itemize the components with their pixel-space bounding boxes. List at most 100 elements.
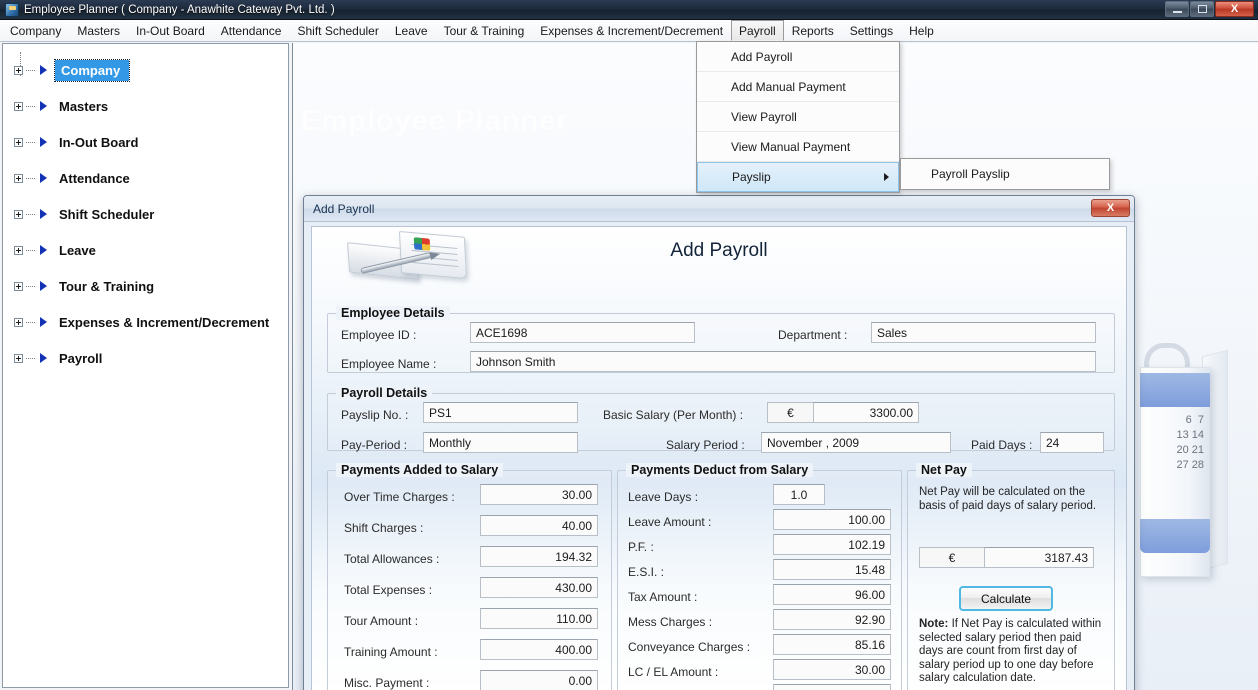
misc-payment-label: Misc. Payment : xyxy=(344,676,430,690)
add-payroll-dialog: Add Payroll X Add Payroll Employee Detai… xyxy=(303,195,1135,690)
pay-period-label: Pay-Period : xyxy=(341,438,408,452)
sidebar-item-attendance[interactable]: Attendance xyxy=(3,160,288,196)
menu-shift-scheduler[interactable]: Shift Scheduler xyxy=(289,20,386,41)
leave-days-label: Leave Days : xyxy=(628,490,699,504)
total-expenses-field[interactable]: 430.00 xyxy=(480,577,598,598)
tour-amount-field[interactable]: 110.00 xyxy=(480,608,598,629)
sidebar-item-label: Tour & Training xyxy=(59,278,155,294)
menu-payroll[interactable]: Payroll xyxy=(731,20,784,41)
bullet-arrow-icon xyxy=(40,281,47,291)
menu-leave[interactable]: Leave xyxy=(387,20,436,41)
sidebar-item-label: Expenses & Increment/Decrement xyxy=(59,314,270,330)
menu-tour-training[interactable]: Tour & Training xyxy=(436,20,533,41)
sidebar-item-leave[interactable]: Leave xyxy=(3,232,288,268)
app-icon xyxy=(5,2,19,17)
expand-plus-icon[interactable] xyxy=(14,137,23,147)
expand-plus-icon[interactable] xyxy=(14,317,23,327)
employee-id-field[interactable]: ACE1698 xyxy=(470,322,695,343)
paid-days-field[interactable]: 24 xyxy=(1040,432,1104,453)
leave-days-field[interactable]: 1.0 xyxy=(773,484,825,505)
sidebar-item-expenses-increment-decrement[interactable]: Expenses & Increment/Decrement xyxy=(3,304,288,340)
restore-button[interactable] xyxy=(1190,1,1214,17)
menu-item-payroll-payslip[interactable]: Payroll Payslip xyxy=(901,159,1109,189)
close-button[interactable]: X xyxy=(1215,1,1254,17)
bullet-arrow-icon xyxy=(40,137,47,147)
bullet-arrow-icon xyxy=(40,65,47,75)
menu-item-add-manual-payment[interactable]: Add Manual Payment xyxy=(697,72,899,102)
net-pay-legend: Net Pay xyxy=(916,463,972,477)
conveyance-charges-field[interactable]: 85.16 xyxy=(773,634,891,655)
payslip-no-field[interactable]: PS1 xyxy=(423,402,578,423)
dialog-close-button[interactable]: X xyxy=(1091,199,1130,217)
lc-el-amount-field[interactable]: 30.00 xyxy=(773,659,891,680)
menu-item-payslip[interactable]: Payslip xyxy=(697,162,899,192)
note-label: Note: xyxy=(919,618,949,630)
menu-item-add-payroll[interactable]: Add Payroll xyxy=(697,42,899,72)
bullet-arrow-icon xyxy=(40,173,47,183)
department-field[interactable]: Sales xyxy=(871,322,1096,343)
menu-item-view-payroll[interactable]: View Payroll xyxy=(697,102,899,132)
sidebar-item-tour-training[interactable]: Tour & Training xyxy=(3,268,288,304)
mess-charges-field[interactable]: 92.90 xyxy=(773,609,891,630)
sidebar-item-label: In-Out Board xyxy=(59,134,139,150)
calendar-watermark-icon: 6 7 13 14 20 21 27 28 xyxy=(1140,343,1236,593)
menu-masters[interactable]: Masters xyxy=(69,20,128,41)
sidebar-item-shift-scheduler[interactable]: Shift Scheduler xyxy=(3,196,288,232)
expand-plus-icon[interactable] xyxy=(14,173,23,183)
leave-amount-field[interactable]: 100.00 xyxy=(773,509,891,530)
expand-plus-icon[interactable] xyxy=(14,101,23,111)
total-allowances-field[interactable]: 194.32 xyxy=(480,546,598,567)
menu-help[interactable]: Help xyxy=(901,20,942,41)
training-amount-field[interactable]: 400.00 xyxy=(480,639,598,660)
pay-period-field[interactable]: Monthly xyxy=(423,432,578,453)
menu-settings[interactable]: Settings xyxy=(842,20,901,41)
misc-payment-field[interactable]: 0.00 xyxy=(480,670,598,690)
lc-el-amount-label: LC / EL Amount : xyxy=(628,665,719,679)
salary-period-label: Salary Period : xyxy=(666,438,745,452)
menu-in-out-board[interactable]: In-Out Board xyxy=(128,20,213,41)
sidebar-item-label: Company xyxy=(53,58,131,82)
over-time-charges-label: Over Time Charges : xyxy=(344,490,455,504)
dialog-titlebar: Add Payroll X xyxy=(304,196,1134,222)
bullet-arrow-icon xyxy=(40,209,47,219)
over-time-charges-field[interactable]: 30.00 xyxy=(480,484,598,505)
sidebar-item-in-out-board[interactable]: In-Out Board xyxy=(3,124,288,160)
sidebar-item-masters[interactable]: Masters xyxy=(3,88,288,124)
employee-name-field[interactable]: Johnson Smith xyxy=(470,351,1096,372)
shift-charges-field[interactable]: 40.00 xyxy=(480,515,598,536)
payroll-details-group: Payroll Details Payslip No. : PS1 Basic … xyxy=(327,386,1115,453)
net-pay-group: Net Pay Net Pay will be calculated on th… xyxy=(907,463,1115,690)
expand-plus-icon[interactable] xyxy=(14,245,23,255)
paid-days-label: Paid Days : xyxy=(971,438,1033,452)
expand-plus-icon[interactable] xyxy=(14,209,23,219)
minimize-button[interactable] xyxy=(1165,1,1189,17)
payments-deduct-legend: Payments Deduct from Salary xyxy=(626,463,814,477)
basic-salary-currency: € xyxy=(767,402,813,423)
menu-attendance[interactable]: Attendance xyxy=(213,20,290,41)
tax-amount-field[interactable]: 96.00 xyxy=(773,584,891,605)
conveyance-charges-label: Conveyance Charges : xyxy=(628,640,751,654)
menu-bar: Company Masters In-Out Board Attendance … xyxy=(0,20,1258,42)
expand-plus-icon[interactable] xyxy=(14,353,23,363)
department-label: Department : xyxy=(778,328,848,342)
esi-field[interactable]: 15.48 xyxy=(773,559,891,580)
pf-field[interactable]: 102.19 xyxy=(773,534,891,555)
menu-item-view-manual-payment[interactable]: View Manual Payment xyxy=(697,132,899,162)
payroll-dropdown-menu: Add Payroll Add Manual Payment View Payr… xyxy=(696,41,900,193)
expand-plus-icon[interactable] xyxy=(14,281,23,291)
menu-expenses-increment-decrement[interactable]: Expenses & Increment/Decrement xyxy=(532,20,731,41)
calculate-button[interactable]: Calculate xyxy=(959,586,1053,611)
menu-reports[interactable]: Reports xyxy=(784,20,842,41)
sidebar-item-label: Masters xyxy=(59,98,109,114)
sidebar-item-payroll[interactable]: Payroll xyxy=(3,340,288,376)
basic-salary-field[interactable]: 3300.00 xyxy=(813,402,919,423)
menu-company[interactable]: Company xyxy=(2,20,69,41)
sidebar-item-label: Attendance xyxy=(59,170,130,186)
expand-plus-icon[interactable] xyxy=(14,65,23,75)
total-allowances-label: Total Allowances : xyxy=(344,552,440,566)
sidebar-item-company[interactable]: Company xyxy=(3,52,288,88)
salary-period-field[interactable]: November , 2009 xyxy=(761,432,951,453)
net-pay-note: Note: If Net Pay is calculated within se… xyxy=(919,618,1105,686)
sidebar-item-label: Leave xyxy=(59,242,96,258)
misc-deduction-field[interactable]: 50.00 xyxy=(773,684,891,690)
